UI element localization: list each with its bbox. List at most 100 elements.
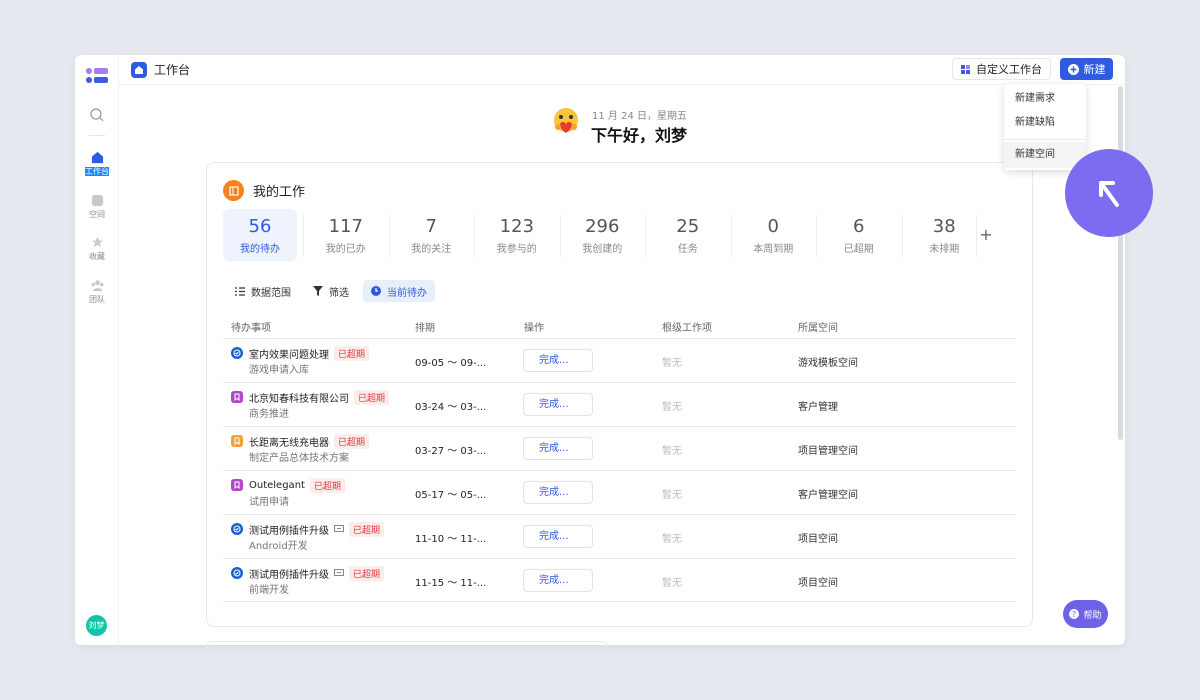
current-todo-filter[interactable]: 当前待办	[363, 280, 435, 302]
root-item: 暂无	[662, 534, 682, 545]
stat-4[interactable]: 296 我创建的	[559, 209, 646, 261]
overdue-badge: 已超期	[334, 346, 370, 361]
column-header-schedule[interactable]: 排期	[415, 319, 435, 334]
secondary-card	[206, 641, 608, 651]
item-space[interactable]: 客户管理空间	[798, 486, 858, 501]
work-icon	[223, 180, 244, 201]
item-title[interactable]: Outelegant	[249, 480, 305, 491]
comment-icon	[334, 525, 344, 532]
item-schedule: 11-10 ～ 11-...	[415, 534, 487, 545]
my-work-card: 我的工作 56 我的待办 117 我的已办 7 我的关注 123 我参与的 296 我创建的 25 任…	[206, 162, 1033, 627]
stat-label: 我参与的	[496, 244, 537, 255]
stat-label: 任务	[677, 244, 698, 255]
item-space[interactable]: 项目空间	[798, 530, 838, 545]
item-parent: 试用申请	[249, 497, 289, 508]
stat-3[interactable]: 123 我参与的	[474, 209, 560, 261]
item-parent: 制定产品总体技术方案	[249, 453, 349, 464]
root-item: 暂无	[662, 446, 682, 457]
stat-label: 本周到期	[753, 244, 794, 255]
menu-item-new-requirement[interactable]: 新建需求	[1004, 87, 1086, 111]
task-type-icon	[231, 523, 243, 535]
complete-button[interactable]: 完成...	[523, 393, 593, 416]
stat-7[interactable]: 6 已超期	[816, 209, 902, 261]
requirement-type-icon	[231, 391, 243, 403]
list-icon	[235, 286, 245, 296]
item-space[interactable]: 游戏模板空间	[798, 354, 858, 369]
sidebar: 工作台 空间 收藏 团队 刘梦	[75, 55, 119, 645]
item-parent: 游戏申请入库	[249, 365, 309, 376]
item-title[interactable]: 室内效果问题处理	[249, 346, 329, 361]
sidebar-item-favorites[interactable]: 收藏	[75, 236, 119, 262]
search-icon[interactable]	[90, 108, 104, 122]
stat-2[interactable]: 7 我的关注	[388, 209, 475, 261]
home-icon	[91, 151, 103, 164]
sidebar-item-team[interactable]: 团队	[75, 279, 119, 305]
complete-button[interactable]: 完成...	[523, 569, 593, 592]
column-header-space[interactable]: 所属空间	[798, 319, 838, 334]
overdue-badge: 已超期	[309, 478, 345, 493]
root-item: 暂无	[662, 402, 682, 413]
customize-workbench-button[interactable]: 自定义工作台	[952, 58, 1051, 80]
menu-item-new-defect[interactable]: 新建缺陷	[1004, 111, 1086, 135]
filter-button[interactable]: 筛选	[305, 280, 357, 302]
root-item: 暂无	[662, 490, 682, 501]
new-button[interactable]: 新建	[1060, 58, 1113, 80]
table-row[interactable]: 北京知春科技有限公司 已超期 商务推进 03-24 ～ 03-... 完成... …	[223, 382, 1016, 426]
root-item: 暂无	[662, 358, 682, 369]
avatar[interactable]: 刘梦	[86, 615, 107, 636]
item-title[interactable]: 长距离无线充电器	[249, 434, 329, 449]
sidebar-item-label: 空间	[89, 210, 105, 219]
hug-emoji-icon	[554, 108, 578, 133]
filter-label: 数据范围	[251, 287, 291, 299]
item-schedule: 11-15 ～ 11-...	[415, 578, 487, 589]
help-label: 帮助	[1083, 610, 1102, 621]
new-dropdown-menu: 新建需求 新建缺陷 新建空间	[1004, 84, 1086, 170]
item-title[interactable]: 测试用例插件升级	[249, 522, 329, 537]
item-space[interactable]: 客户管理	[798, 398, 838, 413]
column-header-todo[interactable]: 待办事项	[231, 319, 271, 334]
stat-5[interactable]: 25 任务	[645, 209, 731, 261]
table-row[interactable]: 长距离无线充电器 已超期 制定产品总体技术方案 03-27 ～ 03-... 完成…	[223, 426, 1016, 470]
complete-button[interactable]: 完成...	[523, 481, 593, 504]
stat-count: 117	[328, 216, 363, 237]
column-header-action[interactable]: 操作	[524, 319, 544, 334]
scrollbar[interactable]	[1118, 86, 1123, 440]
table-row[interactable]: 室内效果问题处理 已超期 游戏申请入库 09-05 ～ 09-... 完成... …	[223, 338, 1016, 382]
item-parent: 前端开发	[249, 585, 289, 596]
stats-row: 56 我的待办 117 我的已办 7 我的关注 123 我参与的 296 我创建的 25 任务 0 本周到…	[223, 209, 987, 261]
complete-button[interactable]: 完成...	[523, 437, 593, 460]
stat-1[interactable]: 117 我的已办	[303, 209, 389, 261]
stat-6[interactable]: 0 本周到期	[730, 209, 817, 261]
stat-count: 25	[676, 216, 700, 237]
stat-label: 我的关注	[411, 244, 452, 255]
complete-button[interactable]: 完成...	[523, 525, 593, 548]
greeting-text: 下午好，刘梦	[591, 126, 688, 145]
table-row[interactable]: 测试用例插件升级 已超期 Android开发 11-10 ～ 11-... 完成.…	[223, 514, 1016, 558]
item-schedule: 09-05 ～ 09-...	[415, 358, 487, 369]
clock-icon	[371, 286, 381, 296]
stat-0[interactable]: 56 我的待办	[223, 209, 297, 261]
item-parent: Android开发	[249, 541, 308, 552]
page-title: 工作台	[154, 63, 191, 77]
add-stat-button[interactable]: +	[975, 215, 997, 255]
item-title[interactable]: 测试用例插件升级	[249, 566, 329, 581]
table-row[interactable]: 测试用例插件升级 已超期 前端开发 11-15 ～ 11-... 完成... 暂无…	[223, 558, 1016, 602]
item-space[interactable]: 项目空间	[798, 574, 838, 589]
help-button[interactable]: ? 帮助	[1063, 600, 1108, 628]
new-label: 新建	[1083, 63, 1106, 76]
sidebar-item-workbench[interactable]: 工作台	[75, 151, 119, 177]
item-space[interactable]: 项目管理空间	[798, 442, 858, 457]
complete-button[interactable]: 完成...	[523, 349, 593, 372]
grid-icon	[961, 64, 970, 74]
stat-count: 296	[585, 216, 620, 237]
item-title[interactable]: 北京知春科技有限公司	[249, 390, 349, 405]
stat-label: 我的待办	[240, 244, 280, 255]
sidebar-item-space[interactable]: 空间	[75, 194, 119, 220]
column-header-root-item[interactable]: 根级工作项	[662, 319, 712, 334]
overdue-badge: 已超期	[334, 434, 370, 449]
table-row[interactable]: Outelegant 已超期 试用申请 05-17 ～ 05-... 完成... …	[223, 470, 1016, 514]
menu-item-new-space[interactable]: 新建空间	[1004, 142, 1086, 168]
data-range-filter[interactable]: 数据范围	[227, 280, 299, 302]
card-title: 我的工作	[253, 185, 306, 200]
app-logo-icon	[86, 68, 108, 83]
